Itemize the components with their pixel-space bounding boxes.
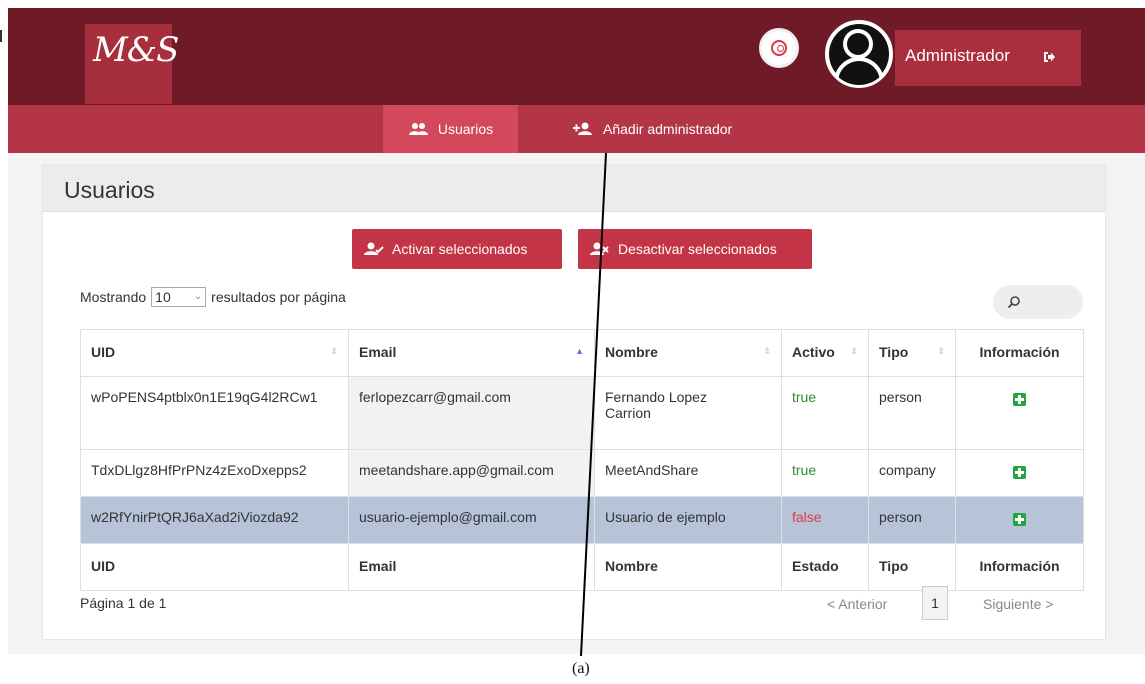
cell-type: person: [868, 376, 956, 450]
cell-type: person: [868, 496, 956, 544]
page-number-button[interactable]: 1: [922, 586, 948, 620]
users-icon: [408, 123, 428, 135]
panel-header: Usuarios: [43, 165, 1105, 212]
page-info: Página 1 de 1: [80, 595, 167, 611]
deactivate-selected-label: Desactivar seleccionados: [618, 241, 777, 257]
showing-suffix: resultados por página: [211, 289, 346, 305]
page-size-select[interactable]: 10 ⌄: [151, 287, 207, 307]
previous-page-link[interactable]: < Anterior: [827, 596, 887, 612]
logo[interactable]: M&S: [85, 24, 179, 104]
nav-bar: Usuarios Añadir administrador: [8, 105, 1145, 153]
foot-nombre: Nombre: [594, 543, 782, 591]
next-page-link[interactable]: Siguiente >: [983, 596, 1053, 612]
foot-email: Email: [348, 543, 595, 591]
admin-menu-button[interactable]: Administrador: [895, 30, 1081, 86]
cell-info: [955, 376, 1084, 450]
sort-icon: ⇕: [850, 346, 858, 356]
admin-label: Administrador: [905, 46, 1010, 65]
search-icon: [1007, 296, 1020, 309]
table-header-row: UID ⇕ Email ▲ Nombre ⇕ Activo ⇕ Tipo ⇕ Inform…: [80, 329, 1084, 377]
cell-info: [955, 449, 1084, 497]
page-size-control: Mostrando 10 ⌄ resultados por página: [80, 287, 346, 307]
tab-usuarios-label: Usuarios: [437, 121, 494, 137]
cell-name: Fernando Lopez Carrion: [594, 376, 782, 450]
users-table: UID ⇕ Email ▲ Nombre ⇕ Activo ⇕ Tipo ⇕ Inform…: [80, 329, 1084, 591]
search-icon: [771, 40, 787, 56]
page-title: Usuarios: [64, 177, 155, 203]
user-times-icon: [590, 242, 609, 255]
cell-type: company: [868, 449, 956, 497]
top-bar: M&S Administrador: [8, 8, 1145, 105]
plus-square-icon[interactable]: [1013, 392, 1026, 406]
table-row[interactable]: TdxDLlgz8HfPrPNz4zExoDxepps2 meetandshar…: [80, 449, 1084, 497]
cell-uid: w2RfYnirPtQRJ6aXad2iViozda92: [80, 496, 349, 544]
col-activo[interactable]: Activo ⇕: [781, 329, 869, 377]
cell-uid: TdxDLlgz8HfPrPNz4zExoDxepps2: [80, 449, 349, 497]
showing-prefix: Mostrando: [80, 289, 147, 305]
plus-square-icon[interactable]: [1013, 465, 1026, 479]
search-button[interactable]: [759, 28, 799, 68]
cell-name: MeetAndShare: [594, 449, 782, 497]
table-row[interactable]: wPoPENS4ptblx0n1E19qG4l2RCw1 ferlopezcar…: [80, 376, 1084, 450]
sort-asc-icon: ▲: [575, 346, 584, 356]
sort-icon: ⇕: [937, 346, 945, 356]
activate-selected-button[interactable]: Activar seleccionados: [352, 229, 562, 269]
foot-tipo: Tipo: [868, 543, 956, 591]
cell-active: true: [781, 376, 869, 450]
col-informacion: Información: [955, 329, 1084, 377]
logout-icon: [1044, 52, 1055, 62]
col-uid[interactable]: UID ⇕: [80, 329, 349, 377]
deactivate-selected-button[interactable]: Desactivar seleccionados: [578, 229, 812, 269]
cell-info: [955, 496, 1084, 544]
cell-active: false: [781, 496, 869, 544]
cell-uid: wPoPENS4ptblx0n1E19qG4l2RCw1: [80, 376, 349, 450]
page-size-value: 10: [155, 289, 171, 305]
logo-text: M&S: [93, 30, 179, 70]
cell-email: meetandshare.app@gmail.com: [348, 449, 595, 497]
cell-email: ferlopezcarr@gmail.com: [348, 376, 595, 450]
foot-informacion: Información: [955, 543, 1084, 591]
cell-name: Usuario de ejemplo: [594, 496, 782, 544]
figure-caption: (a): [572, 660, 590, 677]
tab-add-admin-label: Añadir administrador: [603, 121, 733, 137]
avatar[interactable]: [825, 20, 893, 88]
sort-icon: ⇕: [763, 346, 771, 356]
chevron-down-icon: ⌄: [193, 291, 203, 302]
add-user-icon: [573, 122, 592, 135]
foot-estado: Estado: [781, 543, 869, 591]
sort-icon: ⇕: [330, 346, 338, 356]
edge-mark: [0, 30, 2, 42]
user-check-icon: [364, 242, 384, 255]
table-row-selected[interactable]: w2RfYnirPtQRJ6aXad2iViozda92 usuario-eje…: [80, 496, 1084, 544]
cell-email: usuario-ejemplo@gmail.com: [348, 496, 595, 544]
foot-uid: UID: [80, 543, 349, 591]
cell-active: true: [781, 449, 869, 497]
table-search-input[interactable]: [993, 285, 1083, 319]
plus-square-icon[interactable]: [1013, 512, 1026, 526]
table-footer-row: UID Email Nombre Estado Tipo Información: [80, 543, 1084, 591]
col-email[interactable]: Email ▲: [348, 329, 595, 377]
col-nombre[interactable]: Nombre ⇕: [594, 329, 782, 377]
tab-usuarios[interactable]: Usuarios: [383, 105, 518, 153]
col-tipo[interactable]: Tipo ⇕: [868, 329, 956, 377]
activate-selected-label: Activar seleccionados: [392, 241, 528, 257]
tab-add-admin[interactable]: Añadir administrador: [573, 105, 813, 153]
